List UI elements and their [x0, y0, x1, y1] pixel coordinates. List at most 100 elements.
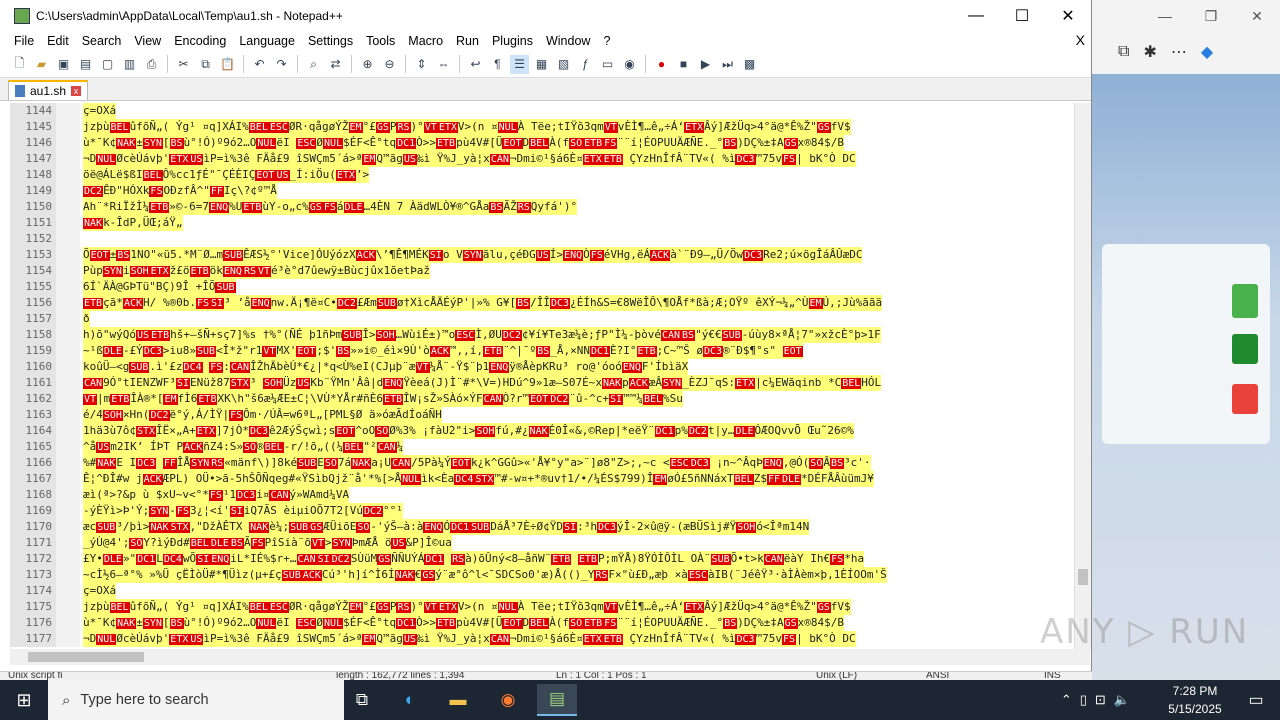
editor-line[interactable]: 1155 6Í`ÄÀ@GÞTü"BÇ)9Î +ÎÕSUB — [10, 279, 1078, 295]
editor-line[interactable]: 1146 ù*¯K¢NAK±SYN[BSù°!Ó)º9ó2…ONULëI ESCØ… — [10, 135, 1078, 151]
menu-macro[interactable]: Macro — [402, 34, 450, 48]
menu-help[interactable]: ? — [597, 34, 617, 48]
menu-search[interactable]: Search — [76, 34, 129, 48]
editor-line[interactable]: 1153 ÕEOT±BS1NO"«ü5.*M¨Ø…mSUBÊÆS½°'Vice]Ó… — [10, 247, 1078, 263]
menu-plugins[interactable]: Plugins — [486, 34, 540, 48]
editor-line[interactable]: 1148 öë@ÁLë$ßIBELÔ%cc1ƒÉ"¯ÇÉÈIÇEOT US_Í:iÖ… — [10, 167, 1078, 183]
task-view-icon[interactable]: ⧉ — [342, 684, 382, 716]
tab-actions-icon[interactable]: ⧉ — [1118, 43, 1129, 61]
editor-line[interactable]: 1165 ^åUSm2IK’ ÍÞT PACKñZ4:S»SO®BEL-r/!õ„… — [10, 439, 1078, 455]
editor-line[interactable]: 1160 koûÜ–<gSUB.ì'£zDC4 FS:CANÎŽhÄbèÚ*€¿|… — [10, 359, 1078, 375]
editor-area[interactable]: 1144 ç=OXá 1145 jzþùBELûfõÑ„( Ýg¹ ¤q]XÁI%B… — [10, 103, 1078, 649]
horizontal-scroll-thumb[interactable] — [28, 652, 144, 662]
editor-line[interactable]: 1151 NAKk-ÎdP,ÜŒ;áŸ„ — [10, 215, 1078, 231]
notification-icon[interactable]: ▭ — [1238, 680, 1274, 720]
play-macro-icon[interactable]: ▶ — [696, 55, 715, 74]
file-explorer-icon[interactable]: ▬ — [438, 684, 478, 716]
chevron-up-icon[interactable]: ⌃ — [1061, 692, 1072, 708]
zoom-out-icon[interactable]: ⊖ — [380, 55, 399, 74]
editor-line[interactable]: 1176 ù*¯K¢NAK±SYN[BSù°!Ó)º9ó2…ONULëI ESCØ… — [10, 615, 1078, 631]
print-icon[interactable]: ⎙ — [142, 55, 161, 74]
editor-line[interactable]: 1170 æcSUB³/þì>NAK STX,"DžÀÊTX NAKè¼;SUB GS… — [10, 519, 1078, 535]
minimize-button[interactable]: — — [953, 0, 999, 31]
menu-run[interactable]: Run — [450, 34, 486, 48]
editor-line[interactable]: 1169 -ýÈŸì>Þ'Ý;SYN-FS3¿¦<í'SIiQ7ÃS èiµiOÕ… — [10, 503, 1078, 519]
editor-line[interactable]: 1149 DC2ÊÐ"HÓXkFSOÐzfÂ^"FFIç\?¢º™Å — [10, 183, 1078, 199]
menu-view[interactable]: View — [128, 34, 168, 48]
more-options-icon[interactable]: ⋯ — [1171, 42, 1187, 62]
close-button[interactable]: ✕ — [1045, 0, 1091, 31]
editor-line[interactable]: 1171 _ýÙ@4';SOY?ìýÐd#BEL DLE BSÃFSPîSià¨õVT… — [10, 535, 1078, 551]
clock[interactable]: 7:28 PM 5/15/2025 — [1156, 682, 1234, 718]
replace-icon[interactable]: ⇄ — [326, 55, 345, 74]
editor-line[interactable]: 1145 jzþùBELûfõÑ„( Ýg¹ ¤q]XÁI%BEL ESCØR·q… — [10, 119, 1078, 135]
indent-guide-icon[interactable]: ☰ — [510, 54, 529, 74]
close-document-button[interactable]: X — [1076, 32, 1085, 48]
sync-horizontal-icon[interactable]: ⇔ — [434, 55, 453, 74]
start-button[interactable]: ⊞ — [0, 680, 48, 720]
editor-line[interactable]: 1164 1hä3ù7ô¢STXÎË×„A+ETX]7jÒ*DC3ê2ÆýŠçwì… — [10, 423, 1078, 439]
function-list-icon[interactable]: ƒ — [576, 55, 595, 74]
editor-line[interactable]: 1144 ç=OXá — [10, 103, 1078, 119]
cut-icon[interactable]: ✂ — [174, 55, 193, 74]
edge-icon[interactable]: ◐ — [390, 684, 430, 716]
copilot-icon[interactable]: ◆ — [1201, 42, 1213, 62]
tab-close-icon[interactable]: x — [71, 86, 82, 96]
browser-restore-icon[interactable]: ❐ — [1188, 8, 1234, 25]
menu-window[interactable]: Window — [540, 34, 597, 48]
udl-icon[interactable]: ▦ — [532, 55, 551, 74]
save-macro-icon[interactable]: ▩ — [740, 55, 759, 74]
show-all-chars-icon[interactable]: ¶ — [488, 55, 507, 74]
editor-line[interactable]: 1156 ETBçã*ACKH/ %®0b.FS SI³ ’åENQnw.Ä¡¶ë¤… — [10, 295, 1078, 311]
network-device-icon[interactable]: ▯ — [1080, 692, 1087, 708]
editor-line[interactable]: 1166 %#NAKE IDC3 FFÎÅSYN RS«mänf\)]8kéSUBE… — [10, 455, 1078, 471]
editor-line[interactable]: 1147 ¬DNULØcèÚávþ'ETX USìP=ì%3ê FÄå£9 îSWÇ… — [10, 151, 1078, 167]
redo-icon[interactable]: ↷ — [272, 55, 291, 74]
sync-vertical-icon[interactable]: ⇕ — [412, 55, 431, 74]
menu-language[interactable]: Language — [233, 34, 302, 48]
notepadpp-taskbar-icon[interactable]: ▤ — [537, 684, 577, 716]
menu-settings[interactable]: Settings — [302, 34, 360, 48]
folder-workspace-icon[interactable]: ▭ — [598, 55, 617, 74]
close-file-icon[interactable]: ▢ — [98, 55, 117, 74]
stop-macro-icon[interactable]: ■ — [674, 55, 693, 74]
editor-line[interactable]: 1177 ¬DNULØcèÚávþ'ETX USìP=ì%3ê FÄå£9 îSWÇ… — [10, 631, 1078, 647]
editor-line[interactable]: 1152 — [10, 231, 1078, 247]
maximize-button[interactable]: ☐ — [999, 0, 1045, 31]
editor-line[interactable]: 1163 é/4SOH×Hn(DC2ë°ý,Á/ÌŸ|FSÔm·/ÚÂ=w6ªL„… — [10, 407, 1078, 423]
firefox-icon[interactable]: ◉ — [488, 684, 528, 716]
find-icon[interactable]: ⌕ — [304, 55, 323, 74]
extensions-icon[interactable]: ✱ — [1143, 42, 1156, 62]
network-icon[interactable]: ⊡ — [1095, 692, 1106, 708]
record-macro-icon[interactable]: ● — [652, 55, 671, 74]
doc-map-icon[interactable]: ▧ — [554, 55, 573, 74]
volume-icon[interactable]: 🔈 — [1114, 692, 1130, 708]
browser-close-icon[interactable]: ✕ — [1234, 8, 1280, 25]
browser-minimize-icon[interactable]: — — [1142, 8, 1188, 24]
editor-line[interactable]: 1150 Ah¨*RiÏžÌ¼ETB»©-6=7ENQ%UETBùY-o„c%GS… — [10, 199, 1078, 215]
editor-line[interactable]: 1158 h)õ"wýQóUS ETBhš+—šÑ+sç7]%s †%°(ÑÉ þ1… — [10, 327, 1078, 343]
editor-line[interactable]: 1154 PùpSYNiSOH ETXž£öETBökENQ RS VTé³è°d7ûe… — [10, 263, 1078, 279]
menu-file[interactable]: File — [8, 34, 41, 48]
save-icon[interactable]: ▣ — [54, 55, 73, 74]
vertical-scrollbar[interactable] — [1074, 103, 1091, 649]
taskbar-search[interactable]: ⌕ Type here to search — [48, 680, 344, 720]
undo-icon[interactable]: ↶ — [250, 55, 269, 74]
paste-icon[interactable]: 📋 — [218, 55, 237, 74]
copy-icon[interactable]: ⧉ — [196, 55, 215, 74]
run-macro-multiple-icon[interactable]: ⏭ — [718, 55, 737, 74]
menu-tools[interactable]: Tools — [360, 34, 402, 48]
editor-line[interactable]: 1173 ~cÌ½6—ª°% »%Ü çËÌòÜ#*¶Üìz(µ+£çSUB ACK… — [10, 567, 1078, 583]
editor-line[interactable]: 1168 æì(ª>?&p ù $xU~v<°*FS¹1DC3i¤CANý»WAm… — [10, 487, 1078, 503]
vertical-scroll-thumb[interactable] — [1078, 569, 1088, 585]
save-all-icon[interactable]: ▤ — [76, 55, 95, 74]
word-wrap-icon[interactable]: ↩ — [466, 55, 485, 74]
menu-encoding[interactable]: Encoding — [168, 34, 233, 48]
editor-line[interactable]: 1157 ð — [10, 311, 1078, 327]
editor-line[interactable]: 1162 VT|mETBÎÀ®*[EMfÌ6ETBXK\h"š6æ¼ÆE±C¦\V… — [10, 391, 1078, 407]
close-all-icon[interactable]: ▥ — [120, 55, 139, 74]
editor-line[interactable]: 1167 Ê¦^ÐÎ#w jACKÆPL) OÜ•>ã-5hŠÕÑqeg#«ŸSì… — [10, 471, 1078, 487]
editor-line[interactable]: 1172 £Y•DLE»"DC1LDC4wÕSI ENQiL*IÉ%$r+…CAN S… — [10, 551, 1078, 567]
editor-line[interactable]: 1175 jzþùBELûfõÑ„( Ýg¹ ¤q]XÁI%BEL ESCØR·q… — [10, 599, 1078, 615]
menu-edit[interactable]: Edit — [41, 34, 76, 48]
